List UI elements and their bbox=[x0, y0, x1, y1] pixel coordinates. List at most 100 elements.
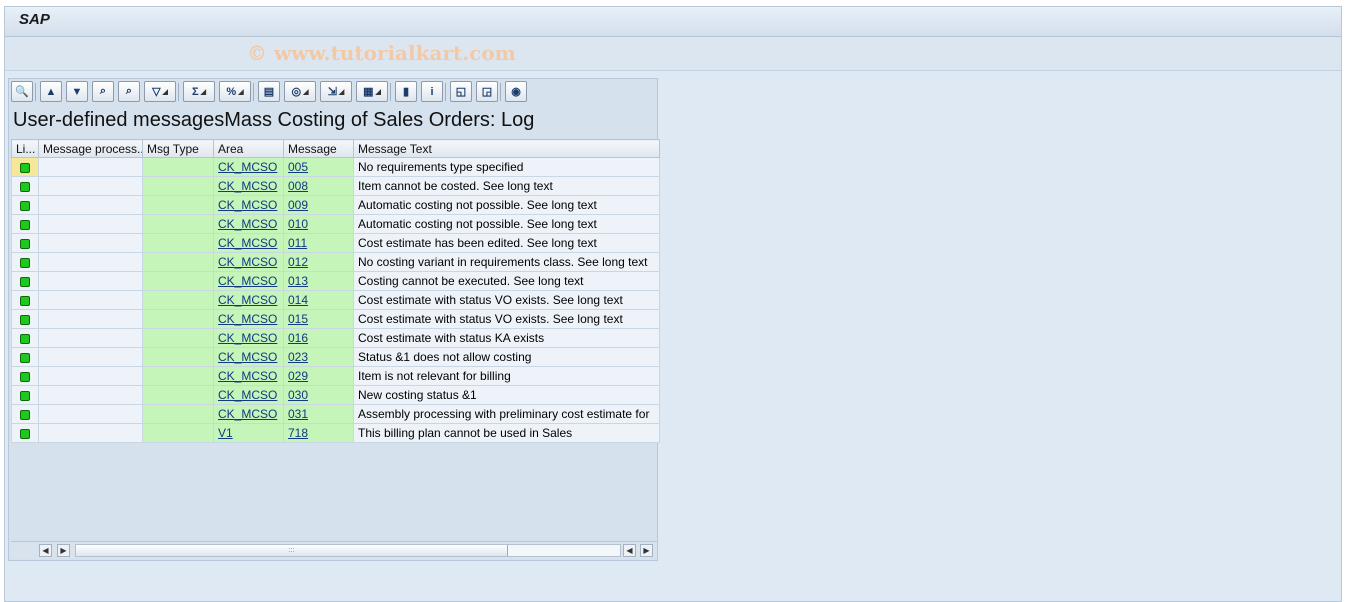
expand-icon-glyph: ◲ bbox=[481, 86, 493, 98]
green-light-icon bbox=[20, 200, 30, 211]
message-number-cell[interactable]: 016 bbox=[283, 328, 354, 348]
subtotal-icon-glyph: % bbox=[226, 85, 237, 98]
table-row[interactable]: CK_MCSO 015 Cost estimate with status VO e… bbox=[11, 309, 660, 329]
area-cell[interactable]: CK_MCSO bbox=[213, 347, 284, 367]
table-row[interactable]: CK_MCSO 014 Cost estimate with status VO e… bbox=[11, 290, 660, 310]
title-bar: SAP bbox=[5, 7, 1341, 37]
layout-icon[interactable]: ▦ ◢ bbox=[356, 81, 388, 102]
message-number-cell[interactable]: 014 bbox=[283, 290, 354, 310]
sum-icon[interactable]: Σ ◢ bbox=[183, 81, 215, 102]
area-cell[interactable]: CK_MCSO bbox=[213, 366, 284, 386]
message-number-cell[interactable]: 029 bbox=[283, 366, 354, 386]
message-number-cell[interactable]: 012 bbox=[283, 252, 354, 272]
legend-icon[interactable]: ◉ bbox=[505, 81, 527, 102]
status-light-cell bbox=[11, 347, 39, 367]
find-icon[interactable]: ⌕ bbox=[92, 81, 114, 102]
find-next-icon-glyph: ⌕ bbox=[125, 85, 133, 97]
toolbar-separator bbox=[445, 83, 446, 101]
dropdown-arrow-icon: ◢ bbox=[238, 88, 244, 96]
msg-type-cell bbox=[142, 290, 214, 310]
table-row[interactable]: CK_MCSO 005 No requirements type specified bbox=[11, 157, 660, 177]
message-text-cell: No requirements type specified bbox=[353, 157, 660, 177]
filter-icon-glyph: ▽ bbox=[152, 86, 161, 98]
message-number-cell[interactable]: 005 bbox=[283, 157, 354, 177]
area-cell[interactable]: CK_MCSO bbox=[213, 214, 284, 234]
area-cell[interactable]: CK_MCSO bbox=[213, 404, 284, 424]
message-text-cell: New costing status &1 bbox=[353, 385, 660, 405]
sort-ascending-icon[interactable]: ▲ bbox=[40, 81, 62, 102]
message-process-cell bbox=[38, 404, 143, 424]
find-next-icon[interactable]: ⌕ bbox=[118, 81, 140, 102]
area-cell[interactable]: CK_MCSO bbox=[213, 290, 284, 310]
scroll-right-icon[interactable]: ▶ bbox=[57, 544, 70, 557]
table-row[interactable]: V1 718 This billing plan cannot be used in… bbox=[11, 423, 660, 443]
scroll-left-end-icon[interactable]: ◀ bbox=[623, 544, 636, 557]
dropdown-arrow-icon: ◢ bbox=[162, 88, 168, 96]
legend-icon-glyph: ◉ bbox=[511, 86, 521, 98]
table-row[interactable]: CK_MCSO 011 Cost estimate has been edited.… bbox=[11, 233, 660, 253]
views-icon[interactable]: ◎ ◢ bbox=[284, 81, 316, 102]
subtotal-icon[interactable]: % ◢ bbox=[219, 81, 251, 102]
filter-icon[interactable]: ▽ ◢ bbox=[144, 81, 176, 102]
message-number-cell[interactable]: 031 bbox=[283, 404, 354, 424]
column-header-msg-type[interactable]: Msg Type bbox=[142, 139, 214, 158]
message-number-cell[interactable]: 015 bbox=[283, 309, 354, 329]
area-cell[interactable]: CK_MCSO bbox=[213, 157, 284, 177]
column-header-message-process[interactable]: Message process... bbox=[38, 139, 143, 158]
horizontal-scrollbar[interactable]: ◀ ▶ ::: ◀ ▶ bbox=[11, 541, 657, 558]
info-icon[interactable]: i bbox=[421, 81, 443, 102]
scroll-thumb[interactable]: ::: bbox=[76, 545, 508, 556]
green-light-icon bbox=[20, 295, 30, 306]
collapse-icon[interactable]: ◱ bbox=[450, 81, 472, 102]
column-header-area[interactable]: Area bbox=[213, 139, 284, 158]
column-header-light[interactable]: Li... bbox=[11, 139, 39, 158]
area-cell[interactable]: CK_MCSO bbox=[213, 252, 284, 272]
area-cell[interactable]: CK_MCSO bbox=[213, 233, 284, 253]
table-row[interactable]: CK_MCSO 008 Item cannot be costed. See lon… bbox=[11, 176, 660, 196]
table-row[interactable]: CK_MCSO 010 Automatic costing not possible… bbox=[11, 214, 660, 234]
table-row[interactable]: CK_MCSO 030 New costing status &1 bbox=[11, 385, 660, 405]
table-row[interactable]: CK_MCSO 016 Cost estimate with status KA e… bbox=[11, 328, 660, 348]
area-cell[interactable]: CK_MCSO bbox=[213, 309, 284, 329]
message-number-cell[interactable]: 718 bbox=[283, 423, 354, 443]
status-light-cell bbox=[11, 195, 39, 215]
message-process-cell bbox=[38, 423, 143, 443]
table-row[interactable]: CK_MCSO 009 Automatic costing not possible… bbox=[11, 195, 660, 215]
msg-type-cell bbox=[142, 214, 214, 234]
table-row[interactable]: CK_MCSO 029 Item is not relevant for billi… bbox=[11, 366, 660, 386]
expand-icon[interactable]: ◲ bbox=[476, 81, 498, 102]
table-row[interactable]: CK_MCSO 013 Costing cannot be executed. Se… bbox=[11, 271, 660, 291]
print-preview-icon[interactable]: ▤ bbox=[258, 81, 280, 102]
scroll-track[interactable]: ::: bbox=[75, 544, 621, 557]
table-row[interactable]: CK_MCSO 012 No costing variant in requirem… bbox=[11, 252, 660, 272]
message-text-cell: Item cannot be costed. See long text bbox=[353, 176, 660, 196]
table-row[interactable]: CK_MCSO 023 Status &1 does not allow costi… bbox=[11, 347, 660, 367]
area-cell[interactable]: CK_MCSO bbox=[213, 176, 284, 196]
area-cell[interactable]: CK_MCSO bbox=[213, 328, 284, 348]
message-number-cell[interactable]: 013 bbox=[283, 271, 354, 291]
message-number-cell[interactable]: 030 bbox=[283, 385, 354, 405]
green-light-icon bbox=[20, 162, 30, 173]
graphic-icon[interactable]: ▮ bbox=[395, 81, 417, 102]
area-cell[interactable]: V1 bbox=[213, 423, 284, 443]
column-header-message[interactable]: Message bbox=[283, 139, 354, 158]
message-number-cell[interactable]: 023 bbox=[283, 347, 354, 367]
sort-descending-icon[interactable]: ▼ bbox=[66, 81, 88, 102]
scroll-left-icon[interactable]: ◀ bbox=[39, 544, 52, 557]
column-header-message-text[interactable]: Message Text bbox=[353, 139, 660, 158]
area-cell[interactable]: CK_MCSO bbox=[213, 195, 284, 215]
message-process-cell bbox=[38, 271, 143, 291]
area-cell[interactable]: CK_MCSO bbox=[213, 271, 284, 291]
message-process-cell bbox=[38, 366, 143, 386]
table-row[interactable]: CK_MCSO 031 Assembly processing with preli… bbox=[11, 404, 660, 424]
green-light-icon bbox=[20, 276, 30, 287]
message-number-cell[interactable]: 008 bbox=[283, 176, 354, 196]
details-icon[interactable]: 🔍 bbox=[11, 81, 33, 102]
status-light-cell bbox=[11, 385, 39, 405]
scroll-right-end-icon[interactable]: ▶ bbox=[640, 544, 653, 557]
area-cell[interactable]: CK_MCSO bbox=[213, 385, 284, 405]
export-icon[interactable]: ⇲ ◢ bbox=[320, 81, 352, 102]
message-number-cell[interactable]: 009 bbox=[283, 195, 354, 215]
message-number-cell[interactable]: 010 bbox=[283, 214, 354, 234]
message-number-cell[interactable]: 011 bbox=[283, 233, 354, 253]
